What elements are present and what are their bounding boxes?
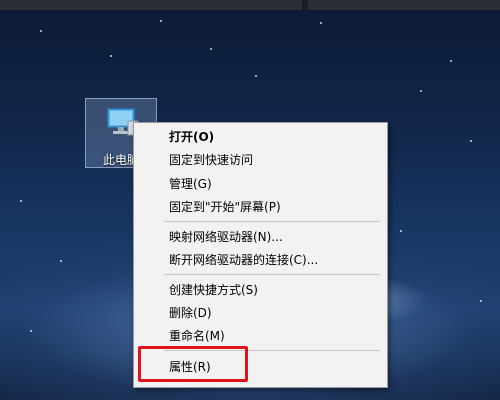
menu-item-open[interactable]: 打开(O) (135, 126, 386, 148)
highlight-annotation (138, 346, 248, 382)
menu-item-pin-start[interactable]: 固定到"开始"屏幕(P) (135, 196, 386, 218)
menu-item-label: 管理(G) (169, 177, 212, 191)
menu-item-map-network-drive[interactable]: 映射网络驱动器(N)... (135, 226, 386, 248)
menu-item-label: 固定到"开始"屏幕(P) (169, 200, 281, 214)
menu-item-create-shortcut[interactable]: 创建快捷方式(S) (135, 279, 386, 301)
menu-item-label: 固定到快速访问 (169, 153, 254, 167)
menu-item-delete[interactable]: 删除(D) (135, 302, 386, 324)
taskbar-divider (302, 0, 308, 10)
menu-separator (164, 221, 380, 222)
menu-item-disconnect-network-drive[interactable]: 断开网络驱动器的连接(C)... (135, 249, 386, 271)
menu-item-label: 打开(O) (169, 130, 215, 144)
menu-item-pin-quick-access[interactable]: 固定到快速访问 (135, 149, 386, 171)
menu-item-label: 删除(D) (169, 306, 212, 320)
menu-item-label: 映射网络驱动器(N)... (169, 230, 283, 244)
menu-separator (164, 274, 380, 275)
menu-item-label: 断开网络驱动器的连接(C)... (169, 253, 319, 267)
menu-item-label: 重命名(M) (169, 329, 225, 343)
menu-item-manage[interactable]: 管理(G) (135, 173, 386, 195)
menu-item-label: 创建快捷方式(S) (169, 283, 258, 297)
taskbar-top (0, 0, 500, 10)
menu-item-rename[interactable]: 重命名(M) (135, 325, 386, 347)
